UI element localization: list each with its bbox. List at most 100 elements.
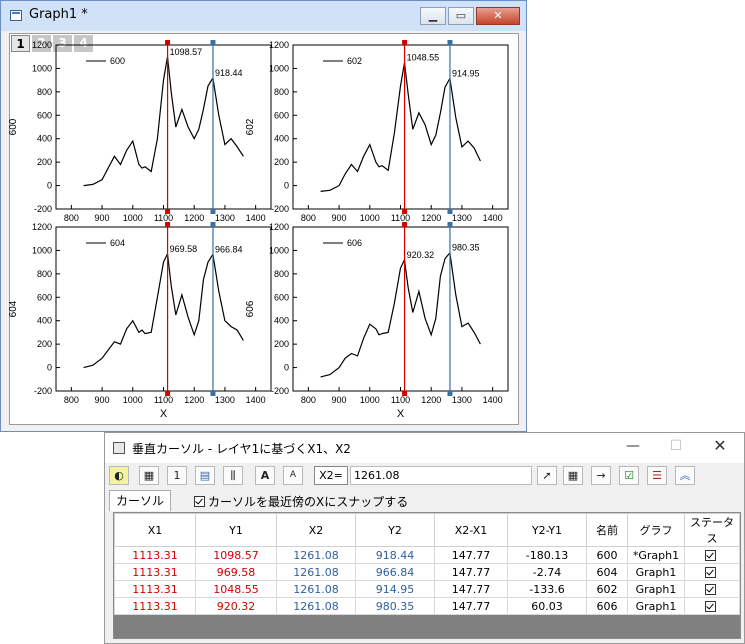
y-tick-label: 600 xyxy=(37,292,52,302)
table-cell: 602 xyxy=(586,580,628,598)
x2-input[interactable]: 1261.08 xyxy=(350,466,532,485)
y-tick-label: 600 xyxy=(274,110,289,120)
dialog-close-button[interactable]: ✕ xyxy=(705,436,735,455)
y-tick-label: 200 xyxy=(274,339,289,349)
table-cell: 1261.08 xyxy=(276,597,356,615)
status-cell[interactable] xyxy=(684,546,740,564)
cursor-handle-bottom[interactable] xyxy=(447,209,453,214)
settings-button[interactable]: ☰ xyxy=(647,466,667,485)
y-tick-label: 0 xyxy=(47,181,52,191)
col-y1[interactable]: Y1 xyxy=(195,513,277,547)
calendar-button[interactable]: ▦ xyxy=(139,466,159,485)
series-line-602 xyxy=(320,62,481,192)
cursor-value-label: 918.44 xyxy=(215,68,243,78)
cursor-handle-bottom[interactable] xyxy=(447,391,453,396)
x-tick-label: 900 xyxy=(95,395,110,405)
x-tick-label: 1300 xyxy=(215,213,235,223)
xy-axis-button[interactable]: ⫼ xyxy=(223,466,243,485)
checklist-button[interactable]: ☑ xyxy=(619,466,639,485)
status-cell[interactable] xyxy=(684,563,740,581)
collapse-button[interactable]: ︽ xyxy=(675,466,695,485)
x-tick-label: 1400 xyxy=(246,395,266,405)
status-checkbox[interactable] xyxy=(705,550,716,561)
table-row[interactable]: 1113.31 969.58 1261.08 966.84 147.77 -2.74 604… xyxy=(114,563,740,581)
table-cell: -180.13 xyxy=(507,546,587,564)
col-x1[interactable]: X1 xyxy=(114,513,196,547)
plot-layer-3[interactable]: 800 900 1000 1100 1200 1300 1400 -200 0 200 400 600… xyxy=(8,222,272,420)
table-cell: -2.74 xyxy=(507,563,587,581)
export-button[interactable]: → xyxy=(591,466,611,485)
cursor-handle-top[interactable] xyxy=(447,222,453,227)
table-row[interactable]: 1113.31 1098.57 1261.08 918.44 147.77 -180.13… xyxy=(114,546,740,564)
cursor-handle-top[interactable] xyxy=(402,40,408,45)
status-checkbox[interactable] xyxy=(705,584,716,595)
layer12-button[interactable]: ▤ xyxy=(195,466,215,485)
layer1-button[interactable]: 1 xyxy=(167,466,187,485)
snap-checkbox-row[interactable]: カーソルを最近傍のXにスナップする xyxy=(194,493,408,510)
plot-layer-1[interactable]: 800 900 1000 1100 1200 1300 1400 -200 0 200 400 600… xyxy=(8,40,272,223)
x-tick-label: 1000 xyxy=(123,213,143,223)
worksheet-button[interactable]: ▦ xyxy=(563,466,583,485)
cursor-handle-top[interactable] xyxy=(210,40,216,45)
x-tick-label: 800 xyxy=(301,213,316,223)
cursor-handle-top[interactable] xyxy=(447,40,453,45)
table-cell: 604 xyxy=(586,563,628,581)
x-tick-label: 1100 xyxy=(391,395,410,405)
plot-layer-4[interactable]: 800 900 1000 1100 1200 1300 1400 -200 0 200 400 600… xyxy=(245,222,509,420)
col-name[interactable]: 名前 xyxy=(586,513,628,547)
cursor-handle-bottom[interactable] xyxy=(165,209,171,214)
y-axis-title: 604 xyxy=(8,300,19,317)
table-cell: Graph1 xyxy=(627,597,685,615)
col-y2-y1[interactable]: Y2-Y1 xyxy=(507,513,587,547)
snap-checkbox[interactable] xyxy=(194,496,205,507)
status-checkbox[interactable] xyxy=(705,567,716,578)
cursor-value-label: 969.58 xyxy=(170,244,198,254)
cursor-handle-bottom[interactable] xyxy=(402,391,408,396)
col-x2-x1[interactable]: X2-X1 xyxy=(434,513,508,547)
run-button[interactable]: ➚ xyxy=(537,466,557,485)
table-row[interactable]: 1113.31 1048.55 1261.08 914.95 147.77 -133.6 6… xyxy=(114,580,740,598)
table-cell: 147.77 xyxy=(434,563,508,581)
y-tick-label: 1000 xyxy=(269,245,289,255)
dialog-toolbar: ◐ ▦ 1 ▤ ⫼ A A X2= 1261.08 ➚ ▦ → ☑ ☰ ︽ xyxy=(109,466,739,486)
series-line-604 xyxy=(83,251,244,369)
dialog-title-bar[interactable]: 垂直カーソル - レイヤ1に基づくX1、X2 — ☐ ✕ xyxy=(105,433,744,463)
table-row[interactable]: 1113.31 920.32 1261.08 980.35 147.77 60.03 606… xyxy=(114,597,740,615)
y-tick-label: 0 xyxy=(47,363,52,373)
col-graph[interactable]: グラフ xyxy=(627,513,685,547)
status-cell[interactable] xyxy=(684,580,740,598)
y-tick-label: 800 xyxy=(37,269,52,279)
col-x2[interactable]: X2 xyxy=(276,513,356,547)
x-tick-label: 900 xyxy=(332,213,347,223)
cursor-value-label: 966.84 xyxy=(215,244,243,254)
font-larger-button[interactable]: A xyxy=(255,466,275,485)
x-tick-label: 1200 xyxy=(421,395,441,405)
cursor-handle-top[interactable] xyxy=(165,222,171,227)
table-cell: 1261.08 xyxy=(276,563,356,581)
cursor-mode-button[interactable]: ◐ xyxy=(109,466,129,485)
dialog-minimize-button[interactable]: — xyxy=(618,438,648,454)
x-tick-label: 800 xyxy=(64,395,79,405)
plot-layer-2[interactable]: 800 900 1000 1100 1200 1300 1400 -200 0 200 400 600… xyxy=(245,40,509,223)
cursor-handle-bottom[interactable] xyxy=(402,209,408,214)
dialog-maximize-button[interactable]: ☐ xyxy=(661,438,691,454)
status-cell[interactable] xyxy=(684,597,740,615)
cursor-handle-bottom[interactable] xyxy=(210,391,216,396)
x-tick-label: 1400 xyxy=(483,213,503,223)
status-checkbox[interactable] xyxy=(705,601,716,612)
y-tick-label: -200 xyxy=(34,386,52,396)
cursor-handle-top[interactable] xyxy=(402,222,408,227)
cursor-handle-top[interactable] xyxy=(165,40,171,45)
tab-cursor[interactable]: カーソル xyxy=(109,490,171,511)
font-smaller-button[interactable]: A xyxy=(283,466,303,485)
cursor-handle-bottom[interactable] xyxy=(210,209,216,214)
cursor-handle-top[interactable] xyxy=(210,222,216,227)
plot-layers[interactable]: 800 900 1000 1100 1200 1300 1400 -200 0 200 400 600… xyxy=(1,1,526,431)
col-y2[interactable]: Y2 xyxy=(355,513,435,547)
table-cell: Graph1 xyxy=(627,580,685,598)
x-tick-label: 1200 xyxy=(421,213,441,223)
cursor-handle-bottom[interactable] xyxy=(165,391,171,396)
x-axis-title: X xyxy=(397,408,405,420)
col-status[interactable]: ステータス xyxy=(684,513,740,547)
x-tick-label: 1000 xyxy=(360,213,380,223)
